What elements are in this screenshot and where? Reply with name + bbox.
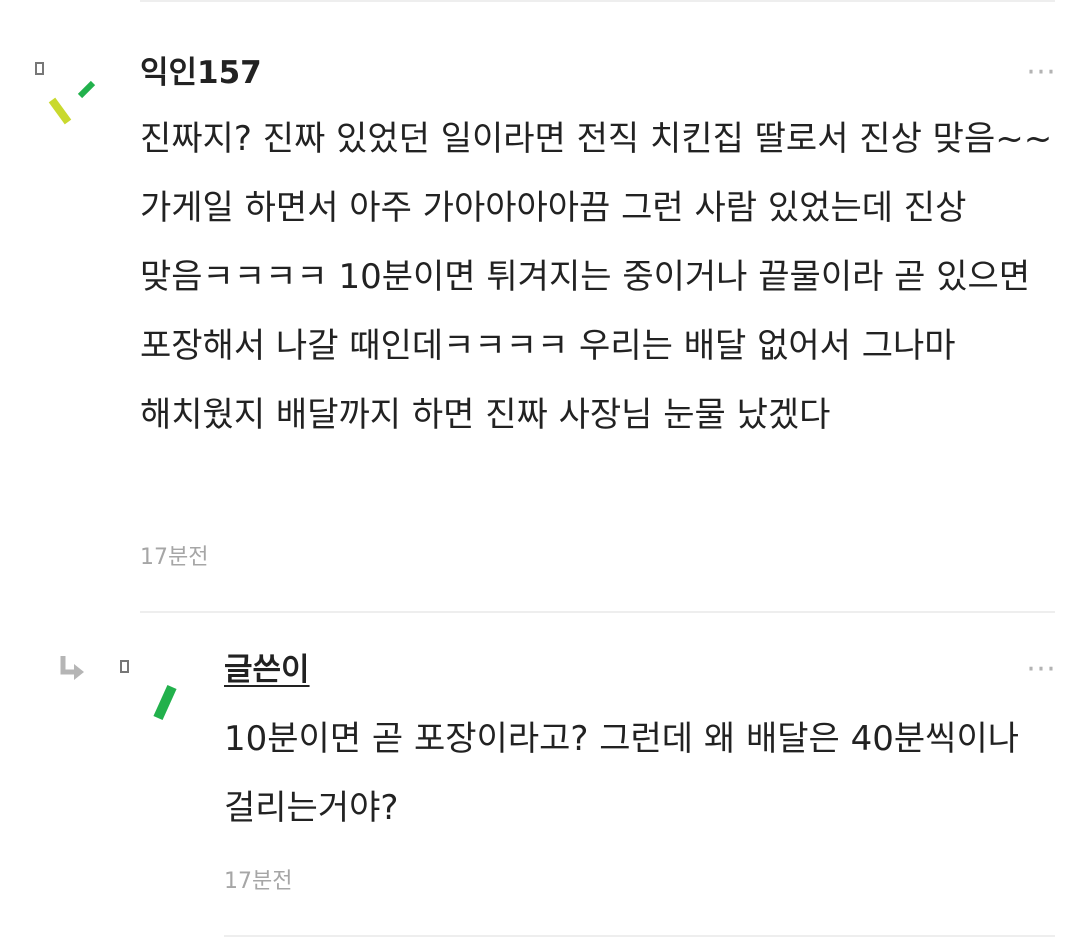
comment-body: 진짜지? 진짜 있었던 일이라면 전직 치킨집 딸로서 진상 맞음~~ 가게일 … xyxy=(140,119,1053,435)
reply-arrow-icon xyxy=(60,656,84,680)
comment-timestamp: 17분전 xyxy=(224,869,293,894)
comment-divider xyxy=(224,935,1055,937)
avatar-icon xyxy=(120,660,177,721)
more-options-icon[interactable]: ⋯ xyxy=(1026,57,1057,87)
avatar-icon xyxy=(35,62,96,125)
comment-timestamp: 17분전 xyxy=(140,545,209,570)
comment-author[interactable]: 글쓴이 xyxy=(224,650,310,690)
more-options-icon[interactable]: ⋯ xyxy=(1026,654,1057,684)
comment-divider xyxy=(140,611,1055,613)
top-divider xyxy=(140,0,1055,2)
comment-thread: 익인157 ⋯ 진짜지? 진짜 있었던 일이라면 전직 치킨집 딸로서 진상 맞… xyxy=(0,0,1080,938)
comment-author[interactable]: 익인157 xyxy=(140,53,262,93)
comment-body: 10분이면 곧 포장이라고? 그런데 왜 배달은 40분씩이나 걸리는거야? xyxy=(224,719,1020,828)
